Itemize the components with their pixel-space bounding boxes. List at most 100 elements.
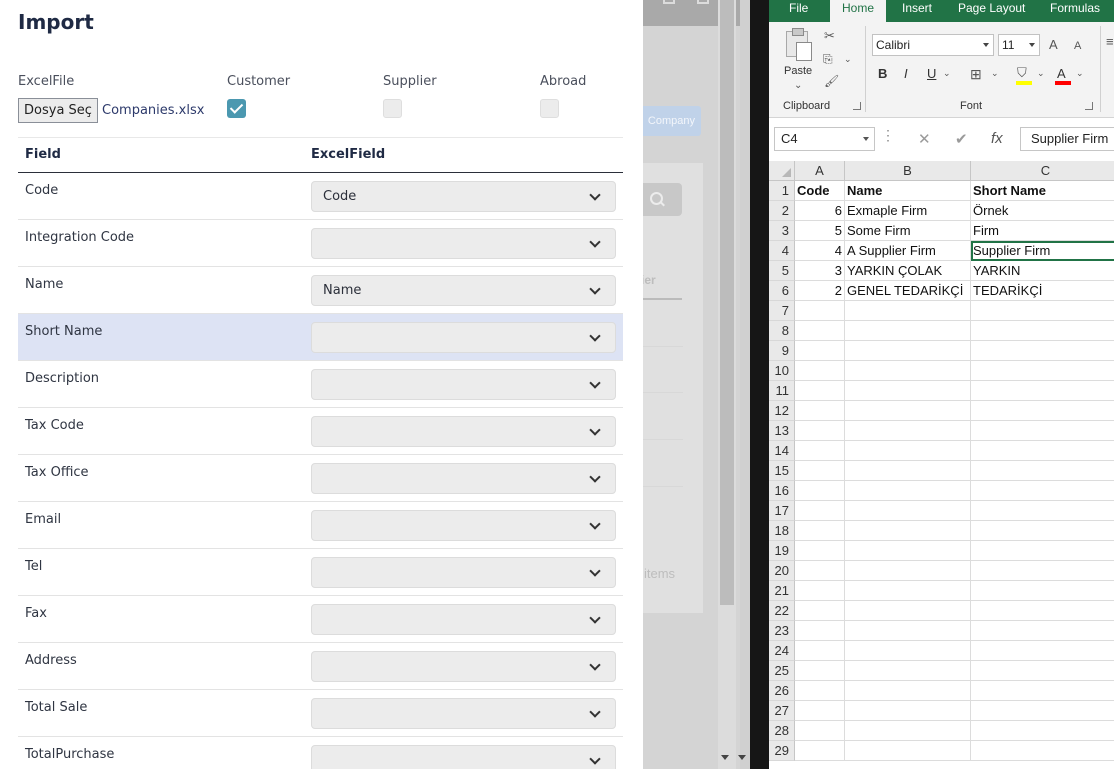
align-icon[interactable]: ≡ [1106,34,1114,49]
cell-a[interactable] [795,661,845,681]
cell-b[interactable] [845,421,971,441]
cell-a[interactable] [795,701,845,721]
row-header[interactable]: 28 [769,721,795,741]
row-header[interactable]: 29 [769,741,795,761]
selected-cell[interactable]: Supplier Firm [971,241,1114,261]
cell-a[interactable] [795,301,845,321]
underline-button[interactable]: U [927,66,936,81]
row-header[interactable]: 3 [769,221,795,241]
row-header[interactable]: 27 [769,701,795,721]
underline-dropdown-icon[interactable]: ⌄ [943,68,951,79]
cell-a[interactable] [795,421,845,441]
excel-field-select[interactable] [311,463,616,494]
cell-b[interactable] [845,701,971,721]
cell-c[interactable] [971,581,1114,601]
cell-b[interactable] [845,541,971,561]
cell-b[interactable]: A Supplier Firm [845,241,971,261]
excel-field-select[interactable]: Name [311,275,616,306]
row-header[interactable]: 13 [769,421,795,441]
cell-c[interactable] [971,601,1114,621]
cell-c[interactable] [971,501,1114,521]
cell-b[interactable] [845,661,971,681]
row-header[interactable]: 18 [769,521,795,541]
cell-c[interactable] [971,701,1114,721]
row-header[interactable]: 5 [769,261,795,281]
grow-font-icon[interactable]: A [1049,37,1058,52]
excel-field-select[interactable] [311,416,616,447]
shrink-font-icon[interactable]: A [1074,40,1081,52]
cell-a[interactable] [795,341,845,361]
row-header[interactable]: 7 [769,301,795,321]
cell-c[interactable] [971,441,1114,461]
row-header[interactable]: 23 [769,621,795,641]
cell-b[interactable] [845,321,971,341]
cell-b[interactable] [845,601,971,621]
row-header[interactable]: 26 [769,681,795,701]
excel-field-select[interactable] [311,322,616,353]
excel-field-select[interactable] [311,698,616,729]
font-size-box[interactable]: 11 [998,34,1040,56]
cell-c[interactable] [971,461,1114,481]
cell-a[interactable] [795,681,845,701]
font-color-icon[interactable]: A [1057,66,1066,81]
cell-c[interactable] [971,661,1114,681]
bold-button[interactable]: B [878,66,887,81]
cell-b[interactable] [845,481,971,501]
tab-page-layout[interactable]: Page Layout [958,0,1025,22]
cell-c[interactable] [971,681,1114,701]
row-header[interactable]: 12 [769,401,795,421]
excel-field-select[interactable] [311,745,616,769]
row-header[interactable]: 19 [769,541,795,561]
fill-dropdown-icon[interactable]: ⌄ [1037,68,1045,79]
cell-b[interactable] [845,361,971,381]
row-header[interactable]: 21 [769,581,795,601]
row-header[interactable]: 9 [769,341,795,361]
cell-a[interactable] [795,461,845,481]
tab-insert[interactable]: Insert [902,0,932,22]
cell-c[interactable] [971,521,1114,541]
cell-b[interactable] [845,581,971,601]
choose-file-button[interactable]: Dosya Seç [18,98,98,123]
row-header[interactable]: 16 [769,481,795,501]
row-header[interactable]: 4 [769,241,795,261]
cell-a[interactable]: 4 [795,241,845,261]
cell-c[interactable] [971,561,1114,581]
clipboard-launcher-icon[interactable] [853,102,861,110]
enter-icon[interactable]: ✔ [955,130,968,148]
copy-icon[interactable]: ⎘ [823,52,833,67]
cell-b[interactable] [845,561,971,581]
scroll-down-arrow-icon[interactable] [721,755,729,760]
row-header[interactable]: 15 [769,461,795,481]
cell-c[interactable] [971,401,1114,421]
row-header[interactable]: 24 [769,641,795,661]
row-header[interactable]: 14 [769,441,795,461]
cell-b[interactable] [845,741,971,761]
cell-a[interactable] [795,501,845,521]
fill-color-icon[interactable]: ⛉ [1017,65,1027,81]
cell-a[interactable] [795,641,845,661]
row-header[interactable]: 11 [769,381,795,401]
cell-b[interactable] [845,461,971,481]
paste-dropdown-icon[interactable]: ⌄ [794,80,802,91]
cell-b[interactable]: Name [845,181,971,201]
excel-field-select[interactable] [311,604,616,635]
font-launcher-icon[interactable] [1085,102,1093,110]
cell-c[interactable]: Firm [971,221,1114,241]
more-options-icon[interactable]: ⋮ [881,127,895,144]
select-all-corner[interactable] [769,161,795,181]
cell-a[interactable] [795,721,845,741]
cell-a[interactable] [795,541,845,561]
row-header[interactable]: 2 [769,201,795,221]
font-color-dropdown-icon[interactable]: ⌄ [1076,68,1084,79]
row-header[interactable]: 10 [769,361,795,381]
excel-field-select[interactable] [311,369,616,400]
cell-c[interactable] [971,721,1114,741]
cut-icon[interactable]: ✂ [824,28,835,44]
cell-b[interactable] [845,441,971,461]
cell-a[interactable] [795,441,845,461]
customer-checkbox[interactable] [227,99,246,118]
cell-b[interactable] [845,621,971,641]
row-header[interactable]: 8 [769,321,795,341]
cell-a[interactable] [795,561,845,581]
cell-a[interactable]: 5 [795,221,845,241]
